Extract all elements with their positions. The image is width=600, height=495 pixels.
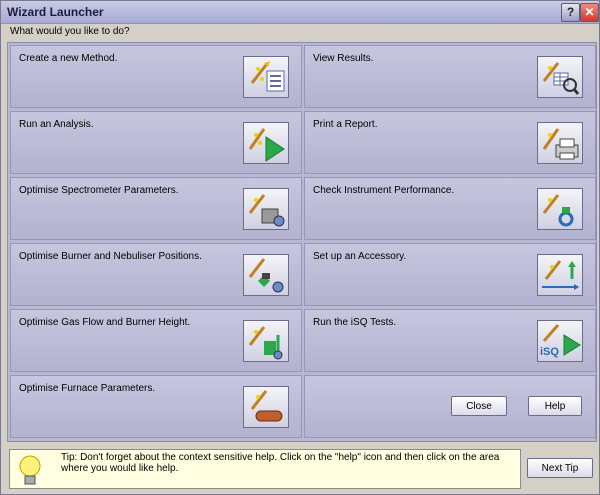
task-panel: Create a new Method. View Results. Run a… (7, 42, 597, 442)
print-report-icon[interactable] (537, 122, 583, 164)
task-label: Optimise Furnace Parameters. (19, 383, 156, 394)
task-run-isq-tests[interactable]: Run the iSQ Tests. iSQ (304, 309, 596, 372)
prompt-text: What would you like to do? (10, 26, 130, 37)
furnace-params-icon[interactable] (243, 386, 289, 428)
titlebar-help-button[interactable]: ? (561, 3, 580, 22)
task-setup-accessory[interactable]: Set up an Accessory. (304, 243, 596, 306)
task-label: Optimise Burner and Nebuliser Positions. (19, 251, 202, 262)
task-view-results[interactable]: View Results. (304, 45, 596, 108)
task-label: View Results. (313, 53, 374, 64)
titlebar-close-button[interactable]: ✕ (580, 3, 599, 22)
task-label: Print a Report. (313, 119, 378, 130)
task-label: Optimise Spectrometer Parameters. (19, 185, 179, 196)
tip-text: Tip: Don't forget about the context sens… (61, 452, 500, 474)
isq-text: iSQ (540, 346, 559, 358)
task-optimise-spectrometer[interactable]: Optimise Spectrometer Parameters. (10, 177, 302, 240)
view-results-icon[interactable] (537, 56, 583, 98)
task-label: Create a new Method. (19, 53, 118, 64)
run-analysis-icon[interactable] (243, 122, 289, 164)
gas-flow-icon[interactable] (243, 320, 289, 362)
task-label: Optimise Gas Flow and Burner Height. (19, 317, 191, 328)
wizard-launcher-window: Wizard Launcher ? ✕ What would you like … (0, 0, 600, 495)
task-label: Check Instrument Performance. (313, 185, 455, 196)
isq-tests-icon[interactable]: iSQ (537, 320, 583, 362)
spectrometer-params-icon[interactable] (243, 188, 289, 230)
task-label: Run an Analysis. (19, 119, 94, 130)
task-optimise-furnace[interactable]: Optimise Furnace Parameters. (10, 375, 302, 438)
button-area: Close Help (304, 375, 596, 438)
new-method-icon[interactable] (243, 56, 289, 98)
instrument-performance-icon[interactable] (537, 188, 583, 230)
help-button[interactable]: Help (528, 396, 582, 416)
title-bar: Wizard Launcher ? ✕ (1, 1, 599, 24)
task-label: Set up an Accessory. (313, 251, 407, 262)
accessory-icon[interactable] (537, 254, 583, 296)
burner-nebuliser-icon[interactable] (243, 254, 289, 296)
tip-box: Tip: Don't forget about the context sens… (9, 449, 521, 489)
task-optimise-gas-flow[interactable]: Optimise Gas Flow and Burner Height. (10, 309, 302, 372)
task-optimise-burner-nebuliser[interactable]: Optimise Burner and Nebuliser Positions. (10, 243, 302, 306)
task-print-report[interactable]: Print a Report. (304, 111, 596, 174)
task-label: Run the iSQ Tests. (313, 317, 397, 328)
tip-bar: Tip: Don't forget about the context sens… (1, 444, 599, 494)
window-title: Wizard Launcher (7, 5, 104, 19)
task-check-instrument[interactable]: Check Instrument Performance. (304, 177, 596, 240)
task-create-method[interactable]: Create a new Method. (10, 45, 302, 108)
close-button[interactable]: Close (451, 396, 507, 416)
lightbulb-icon (19, 455, 41, 485)
next-tip-button[interactable]: Next Tip (527, 458, 593, 478)
task-run-analysis[interactable]: Run an Analysis. (10, 111, 302, 174)
